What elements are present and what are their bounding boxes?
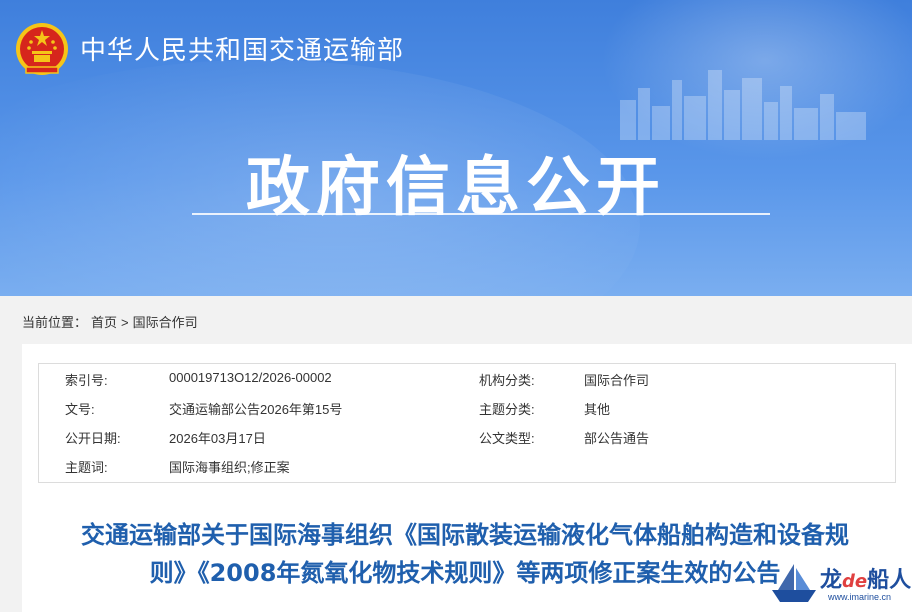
boat-logo-icon [772, 564, 816, 602]
date-label: 公开日期: [65, 431, 121, 446]
topic-value: 其他 [584, 402, 611, 417]
keywords-label: 主题词: [65, 460, 108, 475]
keywords-value: 国际海事组织;修正案 [169, 460, 290, 475]
org-label: 机构分类: [479, 373, 535, 388]
date-value: 2026年03月17日 [169, 431, 266, 446]
watermark-brand-de: de [842, 571, 868, 592]
ministry-name[interactable]: 中华人民共和国交通运输部 [80, 30, 404, 67]
watermark-brand-b: 船人 [867, 568, 912, 593]
breadcrumb-home-link[interactable]: 首页 [91, 315, 117, 330]
org-value: 国际合作司 [584, 373, 650, 388]
national-emblem-icon [16, 23, 68, 75]
header-banner: 中华人民共和国交通运输部 政府信息公开 [0, 0, 912, 296]
metadata-row: 索引号: 000019713O12/2026-00002 机构分类: 国际合作司 [39, 364, 895, 393]
docno-value: 交通运输部公告2026年第15号 [169, 402, 343, 417]
watermark-url: www.imarine.cn [828, 592, 892, 602]
site-watermark: 龙de船人 www.imarine.cn [768, 556, 912, 612]
breadcrumb: 当前位置： 首页 > 国际合作司 [22, 312, 202, 331]
type-label: 公文类型: [479, 431, 535, 446]
type-value: 部公告通告 [584, 431, 650, 446]
breadcrumb-separator: > [121, 315, 129, 330]
topic-label: 主题分类: [479, 402, 535, 417]
watermark-brand-a: 龙 [820, 568, 843, 593]
docno-label: 文号: [65, 402, 95, 417]
document-title-line: 交通运输部关于国际海事组织《国际散装运输液化气体船舶构造和设备规 [81, 521, 849, 549]
index-value: 000019713O12/2026-00002 [169, 370, 332, 385]
document-title: 交通运输部关于国际海事组织《国际散装运输液化气体船舶构造和设备规 则》《2008… [40, 516, 890, 592]
document-title-line: 则》《2008年氮氧化物技术规则》等两项修正案生效的公告 [149, 559, 781, 587]
title-underline [192, 213, 770, 215]
metadata-row: 文号: 交通运输部公告2026年第15号 主题分类: 其他 [39, 393, 895, 422]
metadata-row: 主题词: 国际海事组织;修正案 [39, 451, 895, 480]
watermark-brand: 龙de船人 [820, 562, 911, 594]
index-label: 索引号: [65, 373, 108, 388]
city-skyline-graphic [620, 70, 866, 140]
document-metadata-table: 索引号: 000019713O12/2026-00002 机构分类: 国际合作司… [38, 363, 896, 483]
metadata-row: 公开日期: 2026年03月17日 公文类型: 部公告通告 [39, 422, 895, 451]
breadcrumb-label: 当前位置： [22, 315, 88, 330]
breadcrumb-current-link[interactable]: 国际合作司 [133, 315, 198, 330]
